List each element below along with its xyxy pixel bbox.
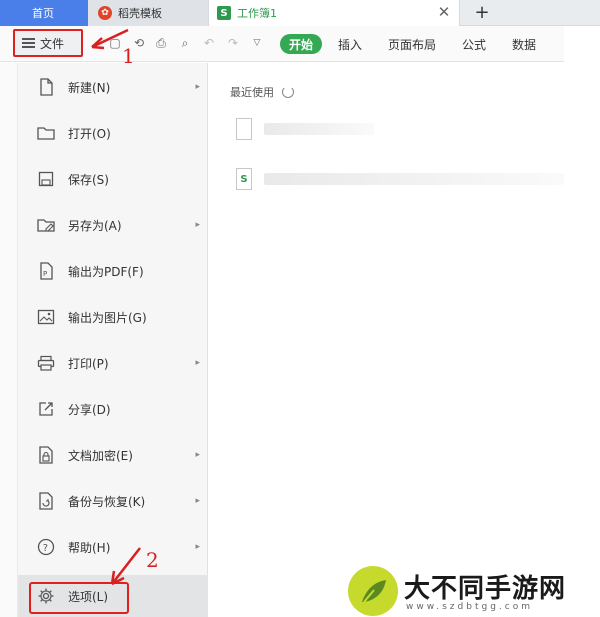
watermark-logo-icon bbox=[348, 566, 398, 616]
annotation-step-2: 2 bbox=[146, 548, 159, 572]
watermark-text: 大不同手游网 bbox=[404, 574, 567, 604]
annotation-step-1: 1 bbox=[122, 44, 135, 68]
annotation-arrows bbox=[91, 28, 141, 586]
watermark-url: www.szdbtgg.com bbox=[406, 602, 533, 612]
